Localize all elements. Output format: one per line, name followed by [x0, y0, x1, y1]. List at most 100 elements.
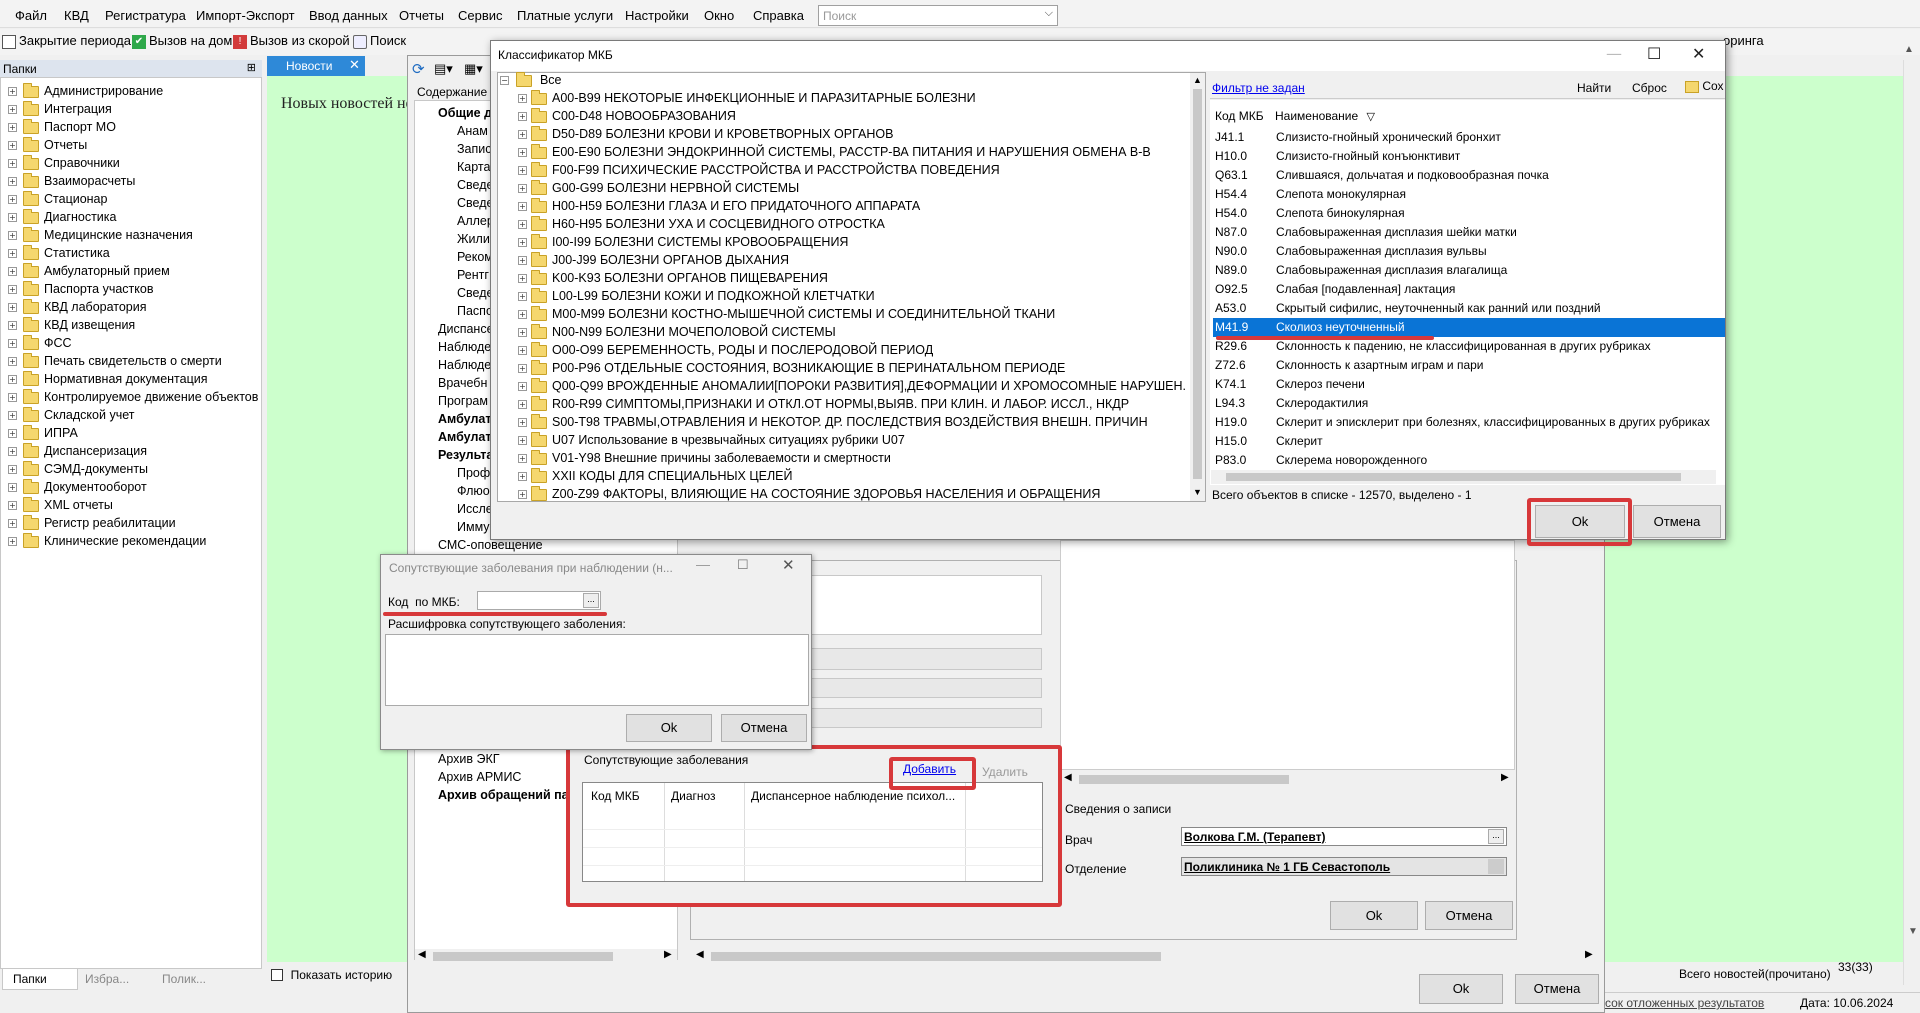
menu-item-3[interactable]: Импорт-Экспорт — [196, 8, 295, 23]
mkb-tree-node[interactable]: + G00-G99 БОЛЕЗНИ НЕРВНОЙ СИСТЕМЫ — [518, 179, 799, 199]
expand-icon[interactable]: + — [518, 490, 527, 500]
dropdown-button[interactable] — [1488, 859, 1504, 874]
scroll-right-icon[interactable]: ▶ — [1585, 949, 1593, 960]
folder-item[interactable]: + Паспорт МО — [8, 118, 116, 138]
search-button[interactable]: Поиск — [353, 33, 406, 49]
mkb-tree-node[interactable]: + O00-O99 БЕРЕМЕННОСТЬ, РОДЫ И ПОСЛЕРОДОВ… — [518, 341, 933, 361]
expand-icon[interactable]: + — [518, 148, 527, 158]
mkb-cancel-button[interactable]: Отмена — [1633, 505, 1721, 538]
expand-icon[interactable]: + — [518, 400, 527, 410]
close-icon[interactable]: ✕ — [349, 57, 360, 73]
folder-item[interactable]: + СЭМД-документы — [8, 460, 148, 480]
mkb-tree-node[interactable]: + R00-R99 СИМПТОМЫ,ПРИЗНАКИ И ОТКЛ.ОТ НОР… — [518, 395, 1129, 415]
expand-icon[interactable]: + — [518, 364, 527, 374]
content-tree-item[interactable]: Анам — [457, 124, 488, 138]
menu-item-5[interactable]: Отчеты — [399, 8, 444, 23]
expand-icon[interactable]: + — [8, 321, 17, 331]
chevron-down-icon[interactable]: ⌵ — [1045, 7, 1053, 20]
folder-item[interactable]: + Стационар — [8, 190, 107, 210]
content-tree-item[interactable]: Проф — [457, 466, 490, 480]
expand-icon[interactable]: + — [518, 436, 527, 446]
scroll-right-icon[interactable]: ▶ — [664, 949, 672, 960]
content-tree-item[interactable]: Програм — [438, 394, 488, 408]
mkb-tree-node[interactable]: + Z00-Z99 ФАКТОРЫ, ВЛИЯЮЩИЕ НА СОСТОЯНИЕ … — [518, 485, 1100, 505]
menu-item-9[interactable]: Окно — [704, 8, 734, 23]
content-tree-item[interactable]: Карта — [457, 160, 490, 174]
expand-icon[interactable]: + — [8, 393, 17, 403]
folder-item[interactable]: + Администрирование — [8, 82, 163, 102]
folder-item[interactable]: + Медицинские назначения — [8, 226, 193, 246]
mkb-list-row[interactable]: H54.4 Слепота монокулярная — [1213, 185, 1725, 204]
mkb-tree-node[interactable]: + I00-I99 БОЛЕЗНИ СИСТЕМЫ КРОВООБРАЩЕНИЯ — [518, 233, 848, 253]
mkb-tree-node[interactable]: + M00-M99 БОЛЕЗНИ КОСТНО-МЫШЕЧНОЙ СИСТЕМЫ… — [518, 305, 1055, 325]
content-tree-item[interactable]: Жили — [457, 232, 490, 246]
record-ok-button[interactable]: Ok — [1330, 901, 1418, 930]
print-icon[interactable]: ▤▾ — [434, 61, 453, 77]
mkb-list-row[interactable]: N89.0 Слабовыраженная дисплазия влагалища — [1213, 261, 1725, 280]
mkb-tree-node[interactable]: + E00-E90 БОЛЕЗНИ ЭНДОКРИННОЙ СИСТЕМЫ, РА… — [518, 143, 1151, 163]
ellipsis-button[interactable]: ... — [1488, 829, 1504, 844]
scroll-down-icon[interactable]: ▼ — [1193, 487, 1202, 497]
mkb-tree-node[interactable]: + H60-H95 БОЛЕЗНИ УХА И СОСЦЕВИДНОГО ОТРО… — [518, 215, 885, 235]
scroll-thumb[interactable] — [1193, 89, 1202, 479]
content-tree-item[interactable]: Архив АРМИС — [438, 770, 521, 784]
mkb-list-row[interactable]: Q63.1 Слившаяся, дольчатая и подковообраз… — [1213, 166, 1725, 185]
deferred-results-link[interactable]: сок отложенных результатов — [1605, 996, 1764, 1010]
content-tree-item[interactable]: Наблюде — [438, 340, 491, 354]
tab-favorites[interactable]: Избра... — [85, 972, 129, 986]
content-tree-hscroll[interactable]: ◀ ▶ — [415, 949, 677, 964]
record-cancel-button[interactable]: Отмена — [1425, 901, 1513, 930]
mkb-tree-node[interactable]: + V01-Y98 Внешние причины заболеваемости … — [518, 449, 891, 469]
expand-icon[interactable]: + — [8, 213, 17, 223]
search-input[interactable]: Поиск ⌵ — [818, 5, 1058, 26]
expand-icon[interactable]: + — [518, 238, 527, 248]
mkb-list-row[interactable]: M41.9 Сколиоз неуточненный — [1213, 318, 1725, 337]
menu-item-2[interactable]: Регистратура — [105, 8, 186, 23]
news-tab[interactable]: Новости ✕ — [267, 56, 365, 76]
expand-icon[interactable]: + — [8, 339, 17, 349]
mkb-tree-vscroll[interactable]: ▲ ▼ — [1190, 73, 1205, 501]
mkb-tree-node[interactable]: + A00-B99 НЕКОТОРЫЕ ИНФЕКЦИОННЫЕ И ПАРАЗИ… — [518, 89, 976, 109]
menu-item-1[interactable]: КВД — [64, 8, 89, 23]
mkb-tree-node[interactable]: + D50-D89 БОЛЕЗНИ КРОВИ И КРОВЕТВОРНЫХ ОР… — [518, 125, 893, 145]
sort-desc-icon[interactable]: ▽ — [1367, 111, 1375, 123]
mkb-list-row[interactable]: L94.3 Склеродактилия — [1213, 394, 1725, 413]
content-tree-item[interactable]: Реком — [457, 250, 493, 264]
folder-item[interactable]: + Клинические рекомендации — [8, 532, 206, 552]
show-history-checkbox[interactable]: Показать историю — [271, 966, 392, 982]
mkb-list-row[interactable]: P83.0 Склерема новорожденного — [1213, 451, 1725, 470]
right-scrollbar[interactable]: ▼ — [1903, 60, 1920, 985]
expand-icon[interactable]: + — [8, 195, 17, 205]
mkb-list-row[interactable]: H54.0 Слепота бинокулярная — [1213, 204, 1725, 223]
expand-icon[interactable]: + — [8, 141, 17, 151]
content-tree-item[interactable]: Наблюде — [438, 358, 491, 372]
folder-item[interactable]: + Статистика — [8, 244, 110, 264]
folder-item[interactable]: + ИПРА — [8, 424, 78, 444]
mkb-tree-node[interactable]: + F00-F99 ПСИХИЧЕСКИЕ РАССТРОЙСТВА И РАСС… — [518, 161, 1000, 181]
folder-item[interactable]: + Документооборот — [8, 478, 147, 498]
mkb-tree-node[interactable]: + L00-L99 БОЛЕЗНИ КОЖИ И ПОДКОЖНОЙ КЛЕТЧА… — [518, 287, 875, 307]
menu-item-10[interactable]: Справка — [753, 8, 804, 23]
folder-item[interactable]: + Справочники — [8, 154, 120, 174]
content-tree-item[interactable]: Сведе — [457, 286, 493, 300]
expand-icon[interactable]: + — [518, 94, 527, 104]
expand-icon[interactable]: + — [518, 418, 527, 428]
expand-icon[interactable]: + — [8, 285, 17, 295]
expand-icon[interactable]: + — [518, 382, 527, 392]
scroll-thumb[interactable] — [1226, 473, 1681, 481]
expand-icon[interactable]: + — [8, 537, 17, 547]
filter-label[interactable]: Фильтр не задан — [1212, 81, 1305, 95]
expand-icon[interactable]: + — [518, 454, 527, 464]
expand-icon[interactable]: + — [518, 472, 527, 482]
mkb-tree-node[interactable]: + H00-H59 БОЛЕЗНИ ГЛАЗА И ЕГО ПРИДАТОЧНОГ… — [518, 197, 920, 217]
ellipsis-button[interactable]: ... — [583, 593, 599, 608]
content-tree-item[interactable]: Сведе — [457, 196, 493, 210]
expand-icon[interactable]: + — [518, 292, 527, 302]
mkb-list-row[interactable]: A53.0 Скрытый сифилис, неуточненный как р… — [1213, 299, 1725, 318]
mkb-tree-node[interactable]: + Q00-Q99 ВРОЖДЕННЫЕ АНОМАЛИИ[ПОРОКИ РАЗВ… — [518, 377, 1186, 397]
mkb-list-row[interactable]: N90.0 Слабовыраженная дисплазия вульвы — [1213, 242, 1725, 261]
folder-item[interactable]: + ФСС — [8, 334, 72, 354]
filter-link[interactable]: Фильтр не задан — [1212, 81, 1305, 95]
doctor-field[interactable]: Волкова Г.М. (Терапевт) ... — [1181, 827, 1507, 846]
folder-item[interactable]: + Диспансеризация — [8, 442, 147, 462]
